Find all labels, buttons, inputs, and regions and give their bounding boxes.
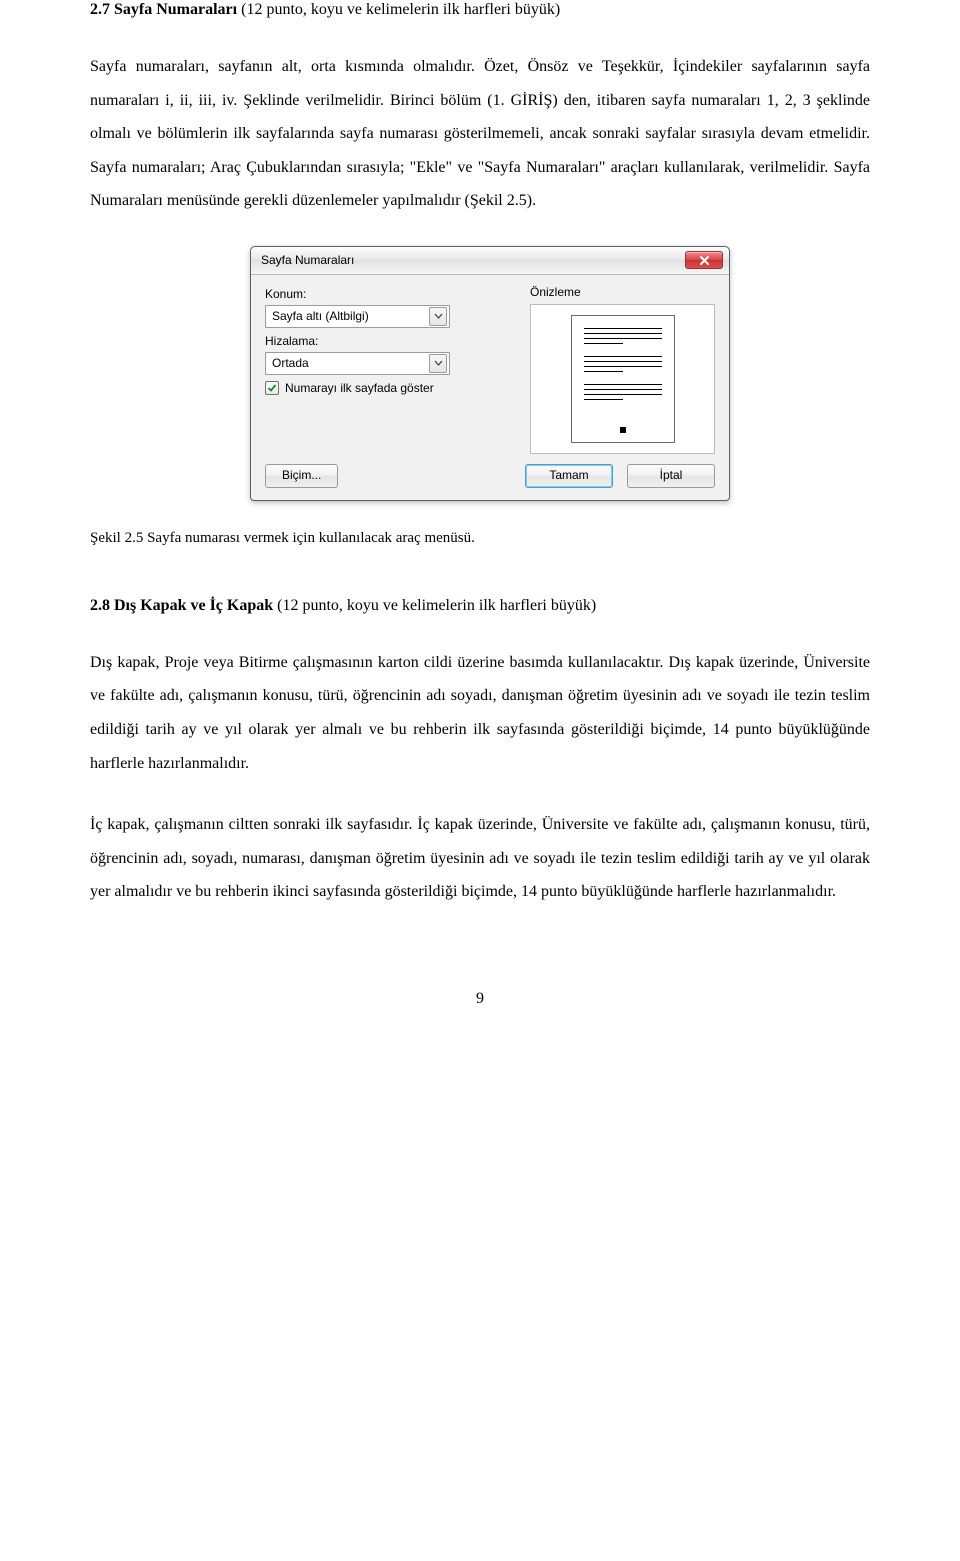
paragraph-2-8-a: Dış kapak, Proje veya Bitirme çalışmasın… [90, 646, 870, 780]
format-button[interactable]: Biçim... [265, 464, 338, 488]
dialog-title-text: Sayfa Numaraları [261, 253, 685, 268]
heading-2-8-hint: (12 punto, koyu ve kelimelerin ilk harfl… [277, 597, 596, 614]
preview-box [530, 304, 715, 454]
cancel-button-label: İptal [660, 468, 683, 483]
format-button-label: Biçim... [282, 468, 321, 483]
ok-button[interactable]: Tamam [525, 464, 613, 488]
dialog-body: Konum: Sayfa altı (Altbilgi) Hizalama: O… [251, 275, 729, 458]
position-combo-value: Sayfa altı (Altbilgi) [272, 309, 369, 324]
figure-2-5-caption: Şekil 2.5 Sayfa numarası vermek için kul… [90, 529, 870, 548]
cancel-button[interactable]: İptal [627, 464, 715, 488]
chevron-down-icon [429, 307, 447, 326]
preview-label: Önizleme [530, 285, 715, 300]
page-numbers-dialog: Sayfa Numaraları Konum: Sayfa altı (Altb… [250, 246, 730, 501]
heading-2-8: 2.8 Dış Kapak ve İç Kapak (12 punto, koy… [90, 596, 870, 616]
paragraph-2-8-b: İç kapak, çalışmanın ciltten sonraki ilk… [90, 808, 870, 909]
align-combo-value: Ortada [272, 356, 309, 371]
preview-page-number-icon [572, 422, 674, 437]
close-button[interactable] [685, 251, 723, 269]
dialog-button-row: Biçim... Tamam İptal [251, 458, 729, 500]
dialog-title-bar: Sayfa Numaraları [251, 247, 729, 275]
show-first-page-label: Numarayı ilk sayfada göster [285, 381, 434, 396]
preview-page [571, 315, 675, 443]
close-icon [699, 255, 710, 266]
chevron-down-icon [429, 354, 447, 373]
heading-2-7-hint: (12 punto, koyu ve kelimelerin ilk harfl… [241, 1, 560, 18]
align-label: Hizalama: [265, 334, 510, 349]
show-first-page-row[interactable]: Numarayı ilk sayfada göster [265, 381, 510, 396]
position-label: Konum: [265, 287, 510, 302]
ok-button-label: Tamam [549, 468, 588, 483]
paragraph-2-7: Sayfa numaraları, sayfanın alt, orta kıs… [90, 50, 870, 218]
align-combo[interactable]: Ortada [265, 352, 450, 375]
page-number: 9 [90, 989, 870, 1009]
heading-2-7: 2.7 Sayfa Numaraları (12 punto, koyu ve … [90, 0, 870, 20]
heading-2-7-title: 2.7 Sayfa Numaraları [90, 1, 241, 18]
check-icon [267, 383, 277, 393]
heading-2-8-title: 2.8 Dış Kapak ve İç Kapak [90, 597, 277, 614]
position-combo[interactable]: Sayfa altı (Altbilgi) [265, 305, 450, 328]
dialog-left-column: Konum: Sayfa altı (Altbilgi) Hizalama: O… [265, 285, 510, 454]
show-first-page-checkbox[interactable] [265, 381, 279, 395]
dialog-right-column: Önizleme [530, 285, 715, 454]
